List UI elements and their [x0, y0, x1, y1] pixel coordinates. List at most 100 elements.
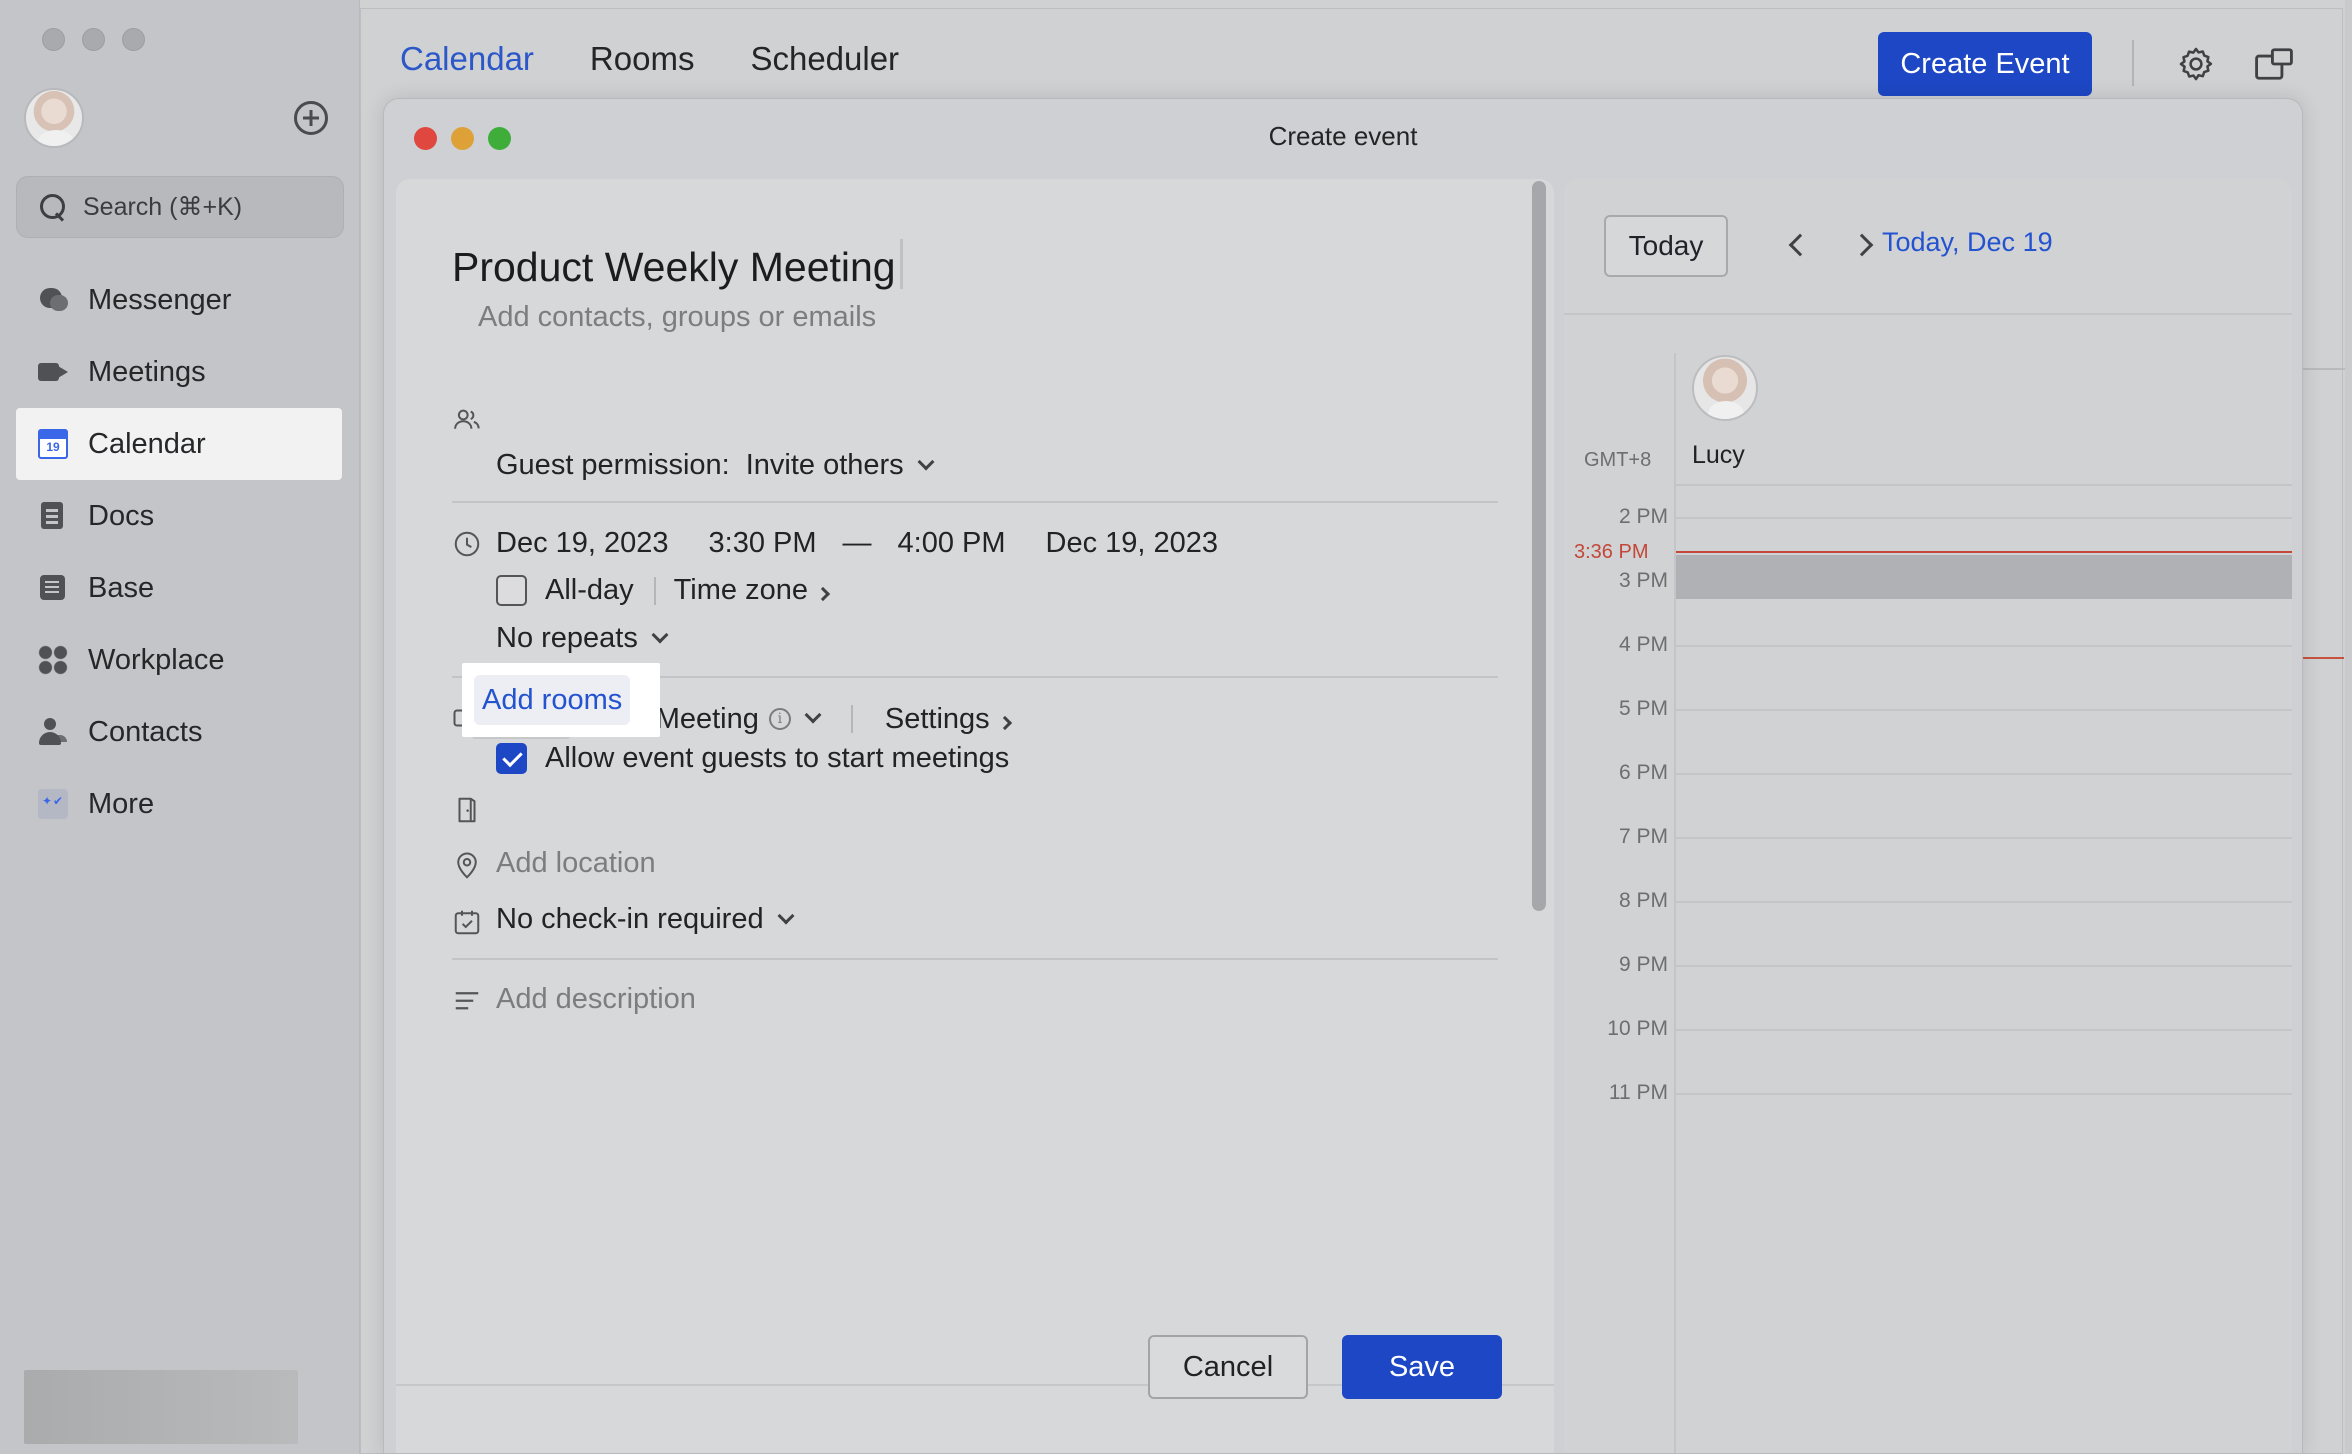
- contacts-icon: [38, 717, 68, 747]
- meeting-settings-button[interactable]: Settings: [884, 702, 1012, 736]
- chevron-down-icon: [777, 907, 795, 924]
- checkin-dropdown[interactable]: No check-in required: [496, 903, 795, 936]
- calendar-check-icon: [454, 910, 480, 935]
- hour-line: [1676, 837, 2292, 839]
- info-icon[interactable]: i: [768, 708, 791, 730]
- header-divider: [1564, 313, 2292, 315]
- timezone-label: Time zone: [673, 574, 808, 606]
- attendee-avatar[interactable]: [1692, 355, 1758, 421]
- hour-line: [1676, 645, 2292, 647]
- add-rooms-button[interactable]: Add rooms: [474, 675, 631, 725]
- search-box[interactable]: Search (⌘+K): [16, 176, 344, 238]
- add-circle-icon[interactable]: [294, 101, 328, 135]
- start-time[interactable]: 3:30 PM: [709, 527, 817, 560]
- sidebar-item-contacts[interactable]: Contacts: [16, 696, 342, 768]
- timezone-button[interactable]: Time zone: [673, 574, 831, 607]
- attendee-divider: [1676, 484, 2292, 486]
- hour-label: 10 PM: [1607, 1017, 1668, 1040]
- chevron-down-icon: [651, 626, 669, 643]
- end-time[interactable]: 4:00 PM: [898, 527, 1006, 560]
- docs-icon: [38, 501, 68, 531]
- location-input[interactable]: Add location: [496, 847, 656, 880]
- allow-guests-label: Allow event guests to start meetings: [545, 742, 1010, 774]
- sidebar-item-workplace[interactable]: Workplace: [16, 624, 342, 696]
- event-title-input[interactable]: Product Weekly Meeting: [452, 239, 903, 291]
- sidebar-item-messenger[interactable]: Messenger: [16, 264, 342, 336]
- popout-window-icon[interactable]: [2255, 48, 2293, 80]
- allday-checkbox[interactable]: [496, 575, 527, 606]
- time-range-dash: —: [842, 527, 872, 559]
- sidebar-item-base[interactable]: Base: [16, 552, 342, 624]
- background-scrollbar[interactable]: [2345, 0, 2352, 1454]
- hour-label: 3 PM: [1618, 569, 1668, 592]
- form-scrollbar[interactable]: [1532, 181, 1546, 911]
- sidebar-item-label: Contacts: [88, 715, 203, 748]
- workplace-icon: [38, 645, 68, 675]
- window-controls: [42, 28, 145, 51]
- hour-line: [1676, 901, 2292, 903]
- tab-calendar[interactable]: Calendar: [400, 40, 534, 78]
- timezone-label: GMT+8: [1584, 449, 1652, 471]
- repeat-label: No repeats: [496, 622, 638, 654]
- sidebar-item-label: More: [88, 787, 155, 820]
- current-date-label[interactable]: Today, Dec 19: [1882, 227, 2053, 258]
- sidebar-item-more[interactable]: More: [16, 768, 342, 840]
- close-window-button[interactable]: [42, 28, 65, 51]
- gear-icon[interactable]: [2177, 45, 2215, 83]
- cancel-button[interactable]: Cancel: [1148, 1335, 1308, 1399]
- guests-input[interactable]: Add contacts, groups or emails: [478, 301, 876, 334]
- location-pin-icon: [457, 852, 477, 879]
- hour-label: 8 PM: [1618, 889, 1668, 912]
- settings-label: Settings: [884, 702, 990, 735]
- repeat-dropdown[interactable]: No repeats: [496, 622, 669, 655]
- background-now-line: [2302, 657, 2344, 659]
- sidebar-item-calendar[interactable]: Calendar: [16, 408, 342, 480]
- chevron-down-icon[interactable]: [804, 706, 822, 724]
- text-caret: [899, 239, 903, 289]
- calendar-icon: [38, 429, 68, 459]
- allow-guests-row: Allow event guests to start meetings: [496, 742, 1009, 775]
- allow-guests-checkbox[interactable]: [496, 743, 527, 774]
- guest-permission[interactable]: Guest permission: Invite others: [496, 449, 935, 482]
- room-icon: [458, 797, 476, 823]
- allday-row: All-day Time zone: [496, 574, 831, 607]
- tab-scheduler[interactable]: Scheduler: [750, 40, 899, 78]
- chevron-right-icon[interactable]: [1850, 233, 1874, 257]
- create-event-button[interactable]: Create Event: [1878, 32, 2092, 96]
- base-icon: [38, 573, 68, 603]
- datetime-row: Dec 19, 2023 3:30 PM — 4:00 PM Dec 19, 2…: [496, 527, 1218, 560]
- tab-rooms[interactable]: Rooms: [590, 40, 695, 78]
- divider: [452, 958, 1498, 960]
- meetings-icon: [38, 357, 68, 387]
- chevron-left-icon[interactable]: [1788, 233, 1812, 257]
- guests-placeholder: Add contacts, groups or emails: [478, 301, 877, 333]
- sidebar-item-label: Meetings: [88, 355, 206, 388]
- separator: [653, 576, 656, 605]
- clock-icon: [454, 531, 480, 557]
- draft-event-block[interactable]: [1676, 555, 2292, 599]
- search-placeholder: Search (⌘+K): [83, 193, 243, 221]
- create-event-dialog: Create event Product Weekly Meeting Add …: [383, 98, 2303, 1454]
- zoom-window-button[interactable]: [122, 28, 145, 51]
- start-date[interactable]: Dec 19, 2023: [496, 527, 669, 560]
- save-button[interactable]: Save: [1342, 1335, 1502, 1399]
- search-icon: [39, 193, 67, 221]
- hour-label: 2 PM: [1618, 505, 1668, 528]
- minimize-window-button[interactable]: [82, 28, 105, 51]
- description-input[interactable]: Add description: [496, 983, 696, 1016]
- sidebar-item-docs[interactable]: Docs: [16, 480, 342, 552]
- hour-line: [1676, 709, 2292, 711]
- sidebar-item-label: Messenger: [88, 283, 232, 316]
- event-form: Product Weekly Meeting Add contacts, gro…: [396, 179, 1554, 1453]
- hour-line: [1676, 517, 2292, 519]
- more-icon: [38, 789, 68, 819]
- dialog-title: Create event: [1268, 121, 1418, 151]
- description-placeholder: Add description: [496, 983, 696, 1015]
- sidebar-bottom-banner[interactable]: [24, 1370, 298, 1444]
- sidebar-item-meetings[interactable]: Meetings: [16, 336, 342, 408]
- chevron-right-icon: [997, 715, 1012, 730]
- app-window: Search (⌘+K) Messenger Meetings Calendar…: [0, 0, 2352, 1454]
- today-button[interactable]: Today: [1604, 215, 1728, 277]
- end-date[interactable]: Dec 19, 2023: [1046, 527, 1219, 560]
- user-avatar[interactable]: [24, 88, 84, 148]
